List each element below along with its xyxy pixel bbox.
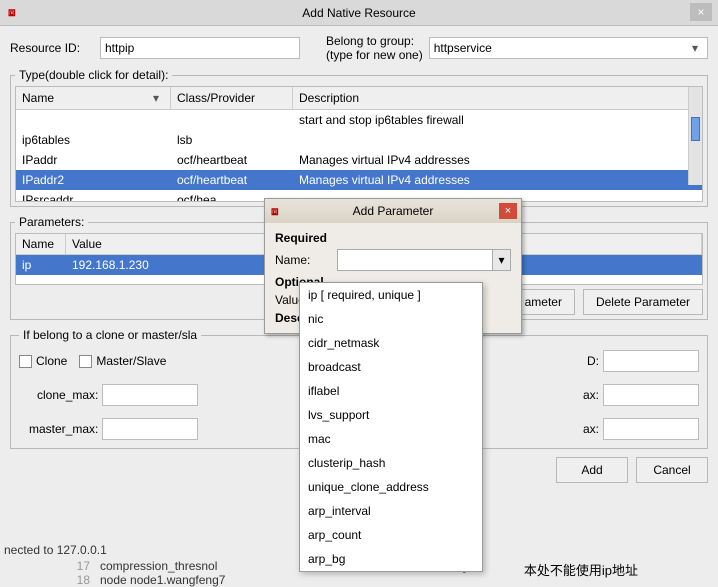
dropdown-item[interactable]: arp_bg bbox=[300, 547, 482, 571]
parameters-legend: Parameters: bbox=[15, 215, 88, 229]
dropdown-item[interactable]: arp_interval bbox=[300, 499, 482, 523]
type-fieldset: Type(double click for detail): Name▾ Cla… bbox=[10, 68, 708, 207]
table-row[interactable]: IPaddrocf/heartbeatManages virtual IPv4 … bbox=[16, 150, 702, 170]
line-gutter: 1718 bbox=[56, 559, 90, 587]
type-table[interactable]: Name▾ Class/Provider Description start a… bbox=[15, 86, 703, 202]
close-button[interactable]: × bbox=[690, 3, 712, 21]
dialog-title: Add Parameter bbox=[353, 204, 434, 218]
delete-parameter-button[interactable]: Delete Parameter bbox=[583, 289, 703, 315]
scroll-thumb[interactable] bbox=[691, 117, 700, 141]
col-name[interactable]: Name▾ bbox=[16, 87, 171, 109]
param-name-combo[interactable]: ▾ bbox=[337, 249, 511, 271]
col-class[interactable]: Class/Provider bbox=[171, 87, 293, 109]
belong-label-1: Belong to group: bbox=[326, 34, 423, 48]
dialog-titlebar[interactable]: ⧈ Add Parameter × bbox=[265, 199, 521, 223]
clone-label: Clone bbox=[36, 354, 67, 368]
dropdown-item[interactable]: cidr_netmask bbox=[300, 331, 482, 355]
dropdown-item[interactable]: arp_count bbox=[300, 523, 482, 547]
required-heading: Required bbox=[275, 231, 511, 245]
dropdown-item[interactable]: ip [ required, unique ] bbox=[300, 283, 482, 307]
vertical-scrollbar[interactable] bbox=[688, 87, 702, 185]
dropdown-item[interactable]: unique_clone_address bbox=[300, 475, 482, 499]
window-title: Add Native Resource bbox=[302, 6, 415, 20]
pcol-name[interactable]: Name bbox=[16, 234, 66, 254]
master-max-label: master_max: bbox=[29, 422, 98, 436]
dropdown-item[interactable]: iflabel bbox=[300, 379, 482, 403]
clone-legend: If belong to a clone or master/sla bbox=[19, 328, 201, 342]
clone-max-input[interactable] bbox=[102, 384, 198, 406]
chevron-down-icon: ▾ bbox=[148, 91, 164, 105]
dropdown-item[interactable]: clusterip_hash bbox=[300, 451, 482, 475]
dropdown-item[interactable]: broadcast bbox=[300, 355, 482, 379]
status-text: nected to 127.0.0.1 bbox=[0, 541, 111, 559]
code-lines: compression_thresnol node node1.wangfeng… bbox=[100, 559, 225, 587]
id-label: D: bbox=[587, 354, 599, 368]
belong-group-value: httpservice bbox=[434, 41, 492, 55]
master-max-input[interactable] bbox=[102, 418, 198, 440]
col-desc[interactable]: Description bbox=[293, 87, 702, 109]
chevron-down-icon: ▾ bbox=[687, 41, 703, 55]
ax-input-1[interactable] bbox=[603, 384, 699, 406]
param-name-label: Name: bbox=[275, 253, 331, 267]
resource-id-label: Resource ID: bbox=[10, 41, 94, 55]
param-name-dropdown[interactable]: ip [ required, unique ] nic cidr_netmask… bbox=[299, 282, 483, 572]
app-icon: ⧈ bbox=[8, 5, 16, 20]
belong-group-combo[interactable]: httpservice ▾ bbox=[429, 37, 708, 59]
master-slave-checkbox[interactable] bbox=[79, 355, 92, 368]
window-titlebar: ⧈ Add Native Resource × bbox=[0, 0, 718, 26]
cjk-note: 本处不能使用ip地址 bbox=[524, 560, 638, 579]
ms-label: Master/Slave bbox=[96, 354, 166, 368]
dialog-close-button[interactable]: × bbox=[499, 203, 517, 219]
chevron-down-icon: ▾ bbox=[492, 250, 510, 270]
resource-id-input[interactable] bbox=[100, 37, 300, 59]
dropdown-item[interactable]: lvs_support bbox=[300, 403, 482, 427]
table-row[interactable]: ip6tableslsb bbox=[16, 130, 702, 150]
table-row-selected[interactable]: IPaddr2ocf/heartbeatManages virtual IPv4… bbox=[16, 170, 702, 190]
add-button[interactable]: Add bbox=[556, 457, 628, 483]
dialog-icon: ⧈ bbox=[271, 204, 279, 219]
ax-input-2[interactable] bbox=[603, 418, 699, 440]
id-input[interactable] bbox=[603, 350, 699, 372]
dropdown-item[interactable]: mac bbox=[300, 427, 482, 451]
clone-max-label: clone_max: bbox=[37, 388, 98, 402]
belong-label-2: (type for new one) bbox=[326, 48, 423, 62]
table-row[interactable]: start and stop ip6tables firewall bbox=[16, 110, 702, 130]
clone-checkbox[interactable] bbox=[19, 355, 32, 368]
ax-label-1: ax: bbox=[583, 388, 599, 402]
type-legend: Type(double click for detail): bbox=[15, 68, 172, 82]
ax-label-2: ax: bbox=[583, 422, 599, 436]
cancel-button[interactable]: Cancel bbox=[636, 457, 708, 483]
dropdown-item[interactable]: nic bbox=[300, 307, 482, 331]
